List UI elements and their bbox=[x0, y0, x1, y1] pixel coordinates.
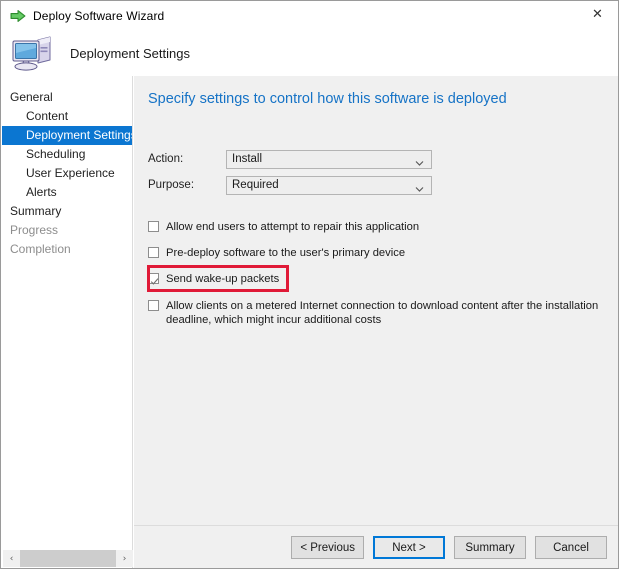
checkmark-icon bbox=[150, 273, 159, 285]
checkbox-pre-deploy[interactable] bbox=[148, 247, 159, 258]
next-button[interactable]: Next > bbox=[373, 536, 445, 559]
checkbox-row-metered-connection[interactable]: Allow clients on a metered Internet conn… bbox=[148, 299, 600, 327]
checkbox-label-wake-up-packets: Send wake-up packets bbox=[166, 273, 280, 285]
checkbox-wake-up-packets[interactable] bbox=[148, 273, 159, 285]
purpose-value: Required bbox=[232, 179, 279, 191]
sidebar-item-alerts[interactable]: Alerts bbox=[2, 183, 133, 202]
main-content-panel: Specify settings to control how this sof… bbox=[134, 76, 618, 525]
purpose-label: Purpose: bbox=[148, 179, 195, 191]
wizard-buttons: < Previous Next > Summary Cancel bbox=[291, 536, 607, 559]
sidebar-item-scheduling[interactable]: Scheduling bbox=[2, 145, 133, 164]
sidebar-horizontal-scrollbar[interactable]: ‹ › bbox=[3, 550, 133, 567]
close-icon[interactable]: ✕ bbox=[575, 1, 618, 30]
deploy-software-wizard-window: Deploy Software Wizard ✕ Deployment Sett… bbox=[0, 0, 619, 569]
checkbox-row-repair-application[interactable]: Allow end users to attempt to repair thi… bbox=[148, 220, 419, 234]
purpose-select[interactable]: Required bbox=[226, 175, 432, 195]
checkbox-label-repair-application: Allow end users to attempt to repair thi… bbox=[166, 221, 420, 233]
scroll-left-icon[interactable]: ‹ bbox=[3, 550, 20, 567]
checkbox-row-pre-deploy[interactable]: Pre-deploy software to the user's primar… bbox=[148, 246, 405, 260]
green-arrow-icon bbox=[10, 8, 26, 24]
action-field-row: Action: Install bbox=[148, 149, 432, 169]
chevron-down-icon bbox=[415, 181, 424, 192]
title-bar: Deploy Software Wizard ✕ bbox=[1, 1, 618, 30]
action-label: Action: bbox=[148, 153, 184, 165]
checkbox-row-wake-up-packets[interactable]: Send wake-up packets bbox=[148, 272, 279, 286]
cancel-button[interactable]: Cancel bbox=[535, 536, 607, 559]
purpose-field-row: Purpose: Required bbox=[148, 175, 432, 195]
computer-monitor-icon bbox=[11, 34, 55, 72]
summary-button[interactable]: Summary bbox=[454, 536, 526, 559]
wizard-button-bar: < Previous Next > Summary Cancel bbox=[134, 525, 618, 568]
sidebar-item-deployment-settings[interactable]: Deployment Settings bbox=[2, 126, 132, 145]
sidebar-item-general[interactable]: General bbox=[2, 88, 133, 107]
checkbox-label-metered-connection: Allow clients on a metered Internet conn… bbox=[166, 300, 599, 326]
header-title: Deployment Settings bbox=[70, 45, 190, 61]
action-select[interactable]: Install bbox=[226, 149, 432, 169]
checkbox-label-pre-deploy: Pre-deploy software to the user's primar… bbox=[166, 247, 406, 259]
chevron-down-icon bbox=[415, 155, 424, 166]
window-title: Deploy Software Wizard bbox=[33, 8, 165, 23]
sidebar-item-summary[interactable]: Summary bbox=[2, 202, 133, 221]
sidebar-item-completion[interactable]: Completion bbox=[2, 240, 133, 259]
sidebar-item-progress[interactable]: Progress bbox=[2, 221, 133, 240]
previous-button[interactable]: < Previous bbox=[291, 536, 364, 559]
checkbox-repair-application[interactable] bbox=[148, 221, 159, 232]
scroll-right-icon[interactable]: › bbox=[116, 550, 133, 567]
sidebar-item-user-experience[interactable]: User Experience bbox=[2, 164, 133, 183]
sidebar-item-content[interactable]: Content bbox=[2, 107, 133, 126]
wizard-step-list: General Content Deployment Settings Schedul… bbox=[2, 88, 133, 259]
scrollbar-thumb[interactable] bbox=[20, 550, 116, 567]
page-header: Deployment Settings bbox=[2, 30, 618, 76]
wizard-step-sidebar: General Content Deployment Settings Schedul… bbox=[2, 76, 133, 568]
checkbox-metered-connection[interactable] bbox=[148, 300, 159, 311]
page-title: Specify settings to control how this sof… bbox=[148, 91, 507, 107]
action-value: Install bbox=[232, 153, 263, 165]
